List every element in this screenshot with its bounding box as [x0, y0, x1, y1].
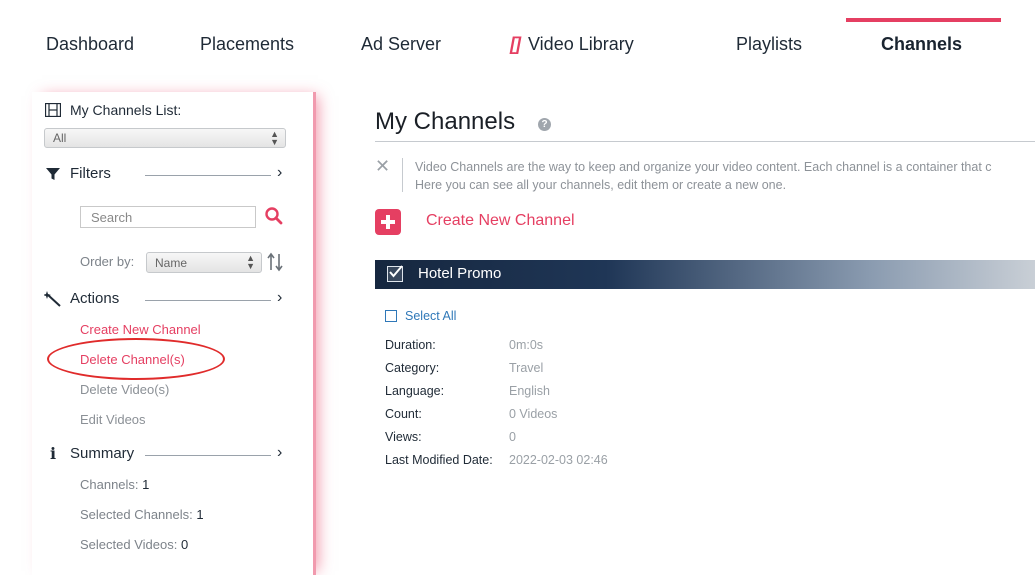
order-by-label: Order by:: [80, 254, 135, 269]
page-title: My Channels: [375, 108, 516, 135]
help-icon[interactable]: ?: [538, 118, 551, 131]
select-all[interactable]: Select All: [385, 309, 456, 323]
summary-channels-value: 1: [142, 477, 150, 492]
create-new-channel-button[interactable]: Create New Channel: [426, 212, 575, 230]
chevron-right-icon[interactable]: ›: [277, 289, 282, 307]
summary-label: Summary: [70, 445, 135, 462]
tab-video-library-label: Video Library: [528, 34, 634, 54]
film-icon: [44, 102, 62, 118]
close-icon[interactable]: ✕: [375, 156, 390, 177]
detail-label-language: Language:: [385, 384, 445, 398]
summary-selected-videos-value: 0: [180, 537, 189, 552]
top-nav: Dashboard Placements Ad Server [] Video L…: [0, 0, 1035, 80]
select-all-checkbox[interactable]: [385, 310, 397, 322]
delete-videos-link[interactable]: Delete Video(s): [80, 382, 169, 397]
info-divider: [402, 158, 403, 192]
channel-checkbox[interactable]: [387, 265, 403, 282]
filter-icon: [44, 166, 62, 182]
plus-icon[interactable]: [375, 209, 401, 235]
summary-selected-videos-label: Selected Videos:: [80, 537, 178, 552]
chevron-right-icon[interactable]: ›: [277, 444, 282, 462]
divider: [145, 175, 271, 176]
select-arrows-icon: ▲ ▼: [270, 129, 279, 147]
order-by-select[interactable]: Name ▲ ▼: [146, 252, 262, 273]
channels-list-select-value: All: [53, 131, 67, 145]
detail-value-category: Travel: [509, 361, 544, 375]
tab-ad-server[interactable]: Ad Server: [361, 34, 441, 55]
channel-name: Hotel Promo: [418, 265, 502, 282]
info-message-line1: Video Channels are the way to keep and o…: [415, 160, 992, 174]
actions-header[interactable]: Actions: [44, 290, 119, 307]
video-library-logo-icon: []: [510, 34, 521, 54]
summary-header[interactable]: i Summary: [44, 444, 135, 463]
detail-label-count: Count:: [385, 407, 422, 421]
annotation-ellipse: [47, 338, 225, 380]
divider: [375, 141, 1035, 142]
filters-label: Filters: [70, 165, 111, 182]
actions-label: Actions: [70, 290, 120, 307]
divider: [145, 455, 271, 456]
select-all-label: Select All: [405, 309, 457, 323]
tab-placements[interactable]: Placements: [200, 34, 294, 55]
info-icon: i: [49, 444, 57, 463]
channels-list-label: My Channels List:: [70, 102, 182, 118]
chevron-right-icon[interactable]: ›: [277, 164, 282, 182]
summary-selected-channels-label: Selected Channels:: [80, 507, 193, 522]
tab-playlists[interactable]: Playlists: [736, 34, 802, 55]
detail-value-last-modified: 2022-02-03 02:46: [509, 453, 608, 467]
magic-wand-icon: [44, 290, 62, 307]
detail-value-language: English: [509, 384, 550, 398]
tab-dashboard[interactable]: Dashboard: [46, 34, 134, 55]
detail-value-duration: 0m:0s: [509, 338, 544, 352]
summary-selected-channels: Selected Channels: 1: [80, 507, 204, 522]
search-input[interactable]: Search: [80, 206, 256, 228]
tab-video-library[interactable]: [] Video Library: [510, 34, 634, 55]
detail-label-views: Views:: [385, 430, 422, 444]
summary-selected-channels-value: 1: [196, 507, 204, 522]
summary-selected-videos: Selected Videos: 0: [80, 537, 188, 552]
channel-header[interactable]: Hotel Promo: [375, 260, 1035, 289]
summary-channels: Channels: 1: [80, 477, 149, 492]
detail-label-duration: Duration:: [385, 338, 436, 352]
summary-channels-label: Channels:: [80, 477, 139, 492]
active-tab-indicator: [846, 18, 1001, 22]
edit-videos-link[interactable]: Edit Videos: [80, 412, 146, 427]
divider: [145, 300, 271, 301]
search-icon[interactable]: [264, 206, 286, 228]
detail-value-count: 0 Videos: [509, 407, 558, 421]
detail-value-views: 0: [509, 430, 516, 444]
channels-list-header: My Channels List:: [44, 102, 181, 118]
order-by-value: Name: [155, 255, 188, 270]
create-new-channel-link[interactable]: Create New Channel: [80, 322, 201, 337]
select-arrows-icon: ▲ ▼: [246, 253, 255, 271]
sidebar: My Channels List: All ▲ ▼ Filters › Searc…: [32, 92, 316, 575]
channels-list-select[interactable]: All ▲ ▼: [44, 128, 286, 148]
search-placeholder: Search: [91, 209, 133, 225]
sort-direction-icon[interactable]: [267, 252, 283, 277]
detail-label-last-modified: Last Modified Date:: [385, 453, 493, 467]
filters-header[interactable]: Filters: [44, 165, 111, 182]
info-message-line2: Here you can see all your channels, edit…: [415, 178, 787, 192]
detail-label-category: Category:: [385, 361, 440, 375]
tab-channels[interactable]: Channels: [881, 34, 962, 55]
info-message: Video Channels are the way to keep and o…: [415, 158, 992, 194]
